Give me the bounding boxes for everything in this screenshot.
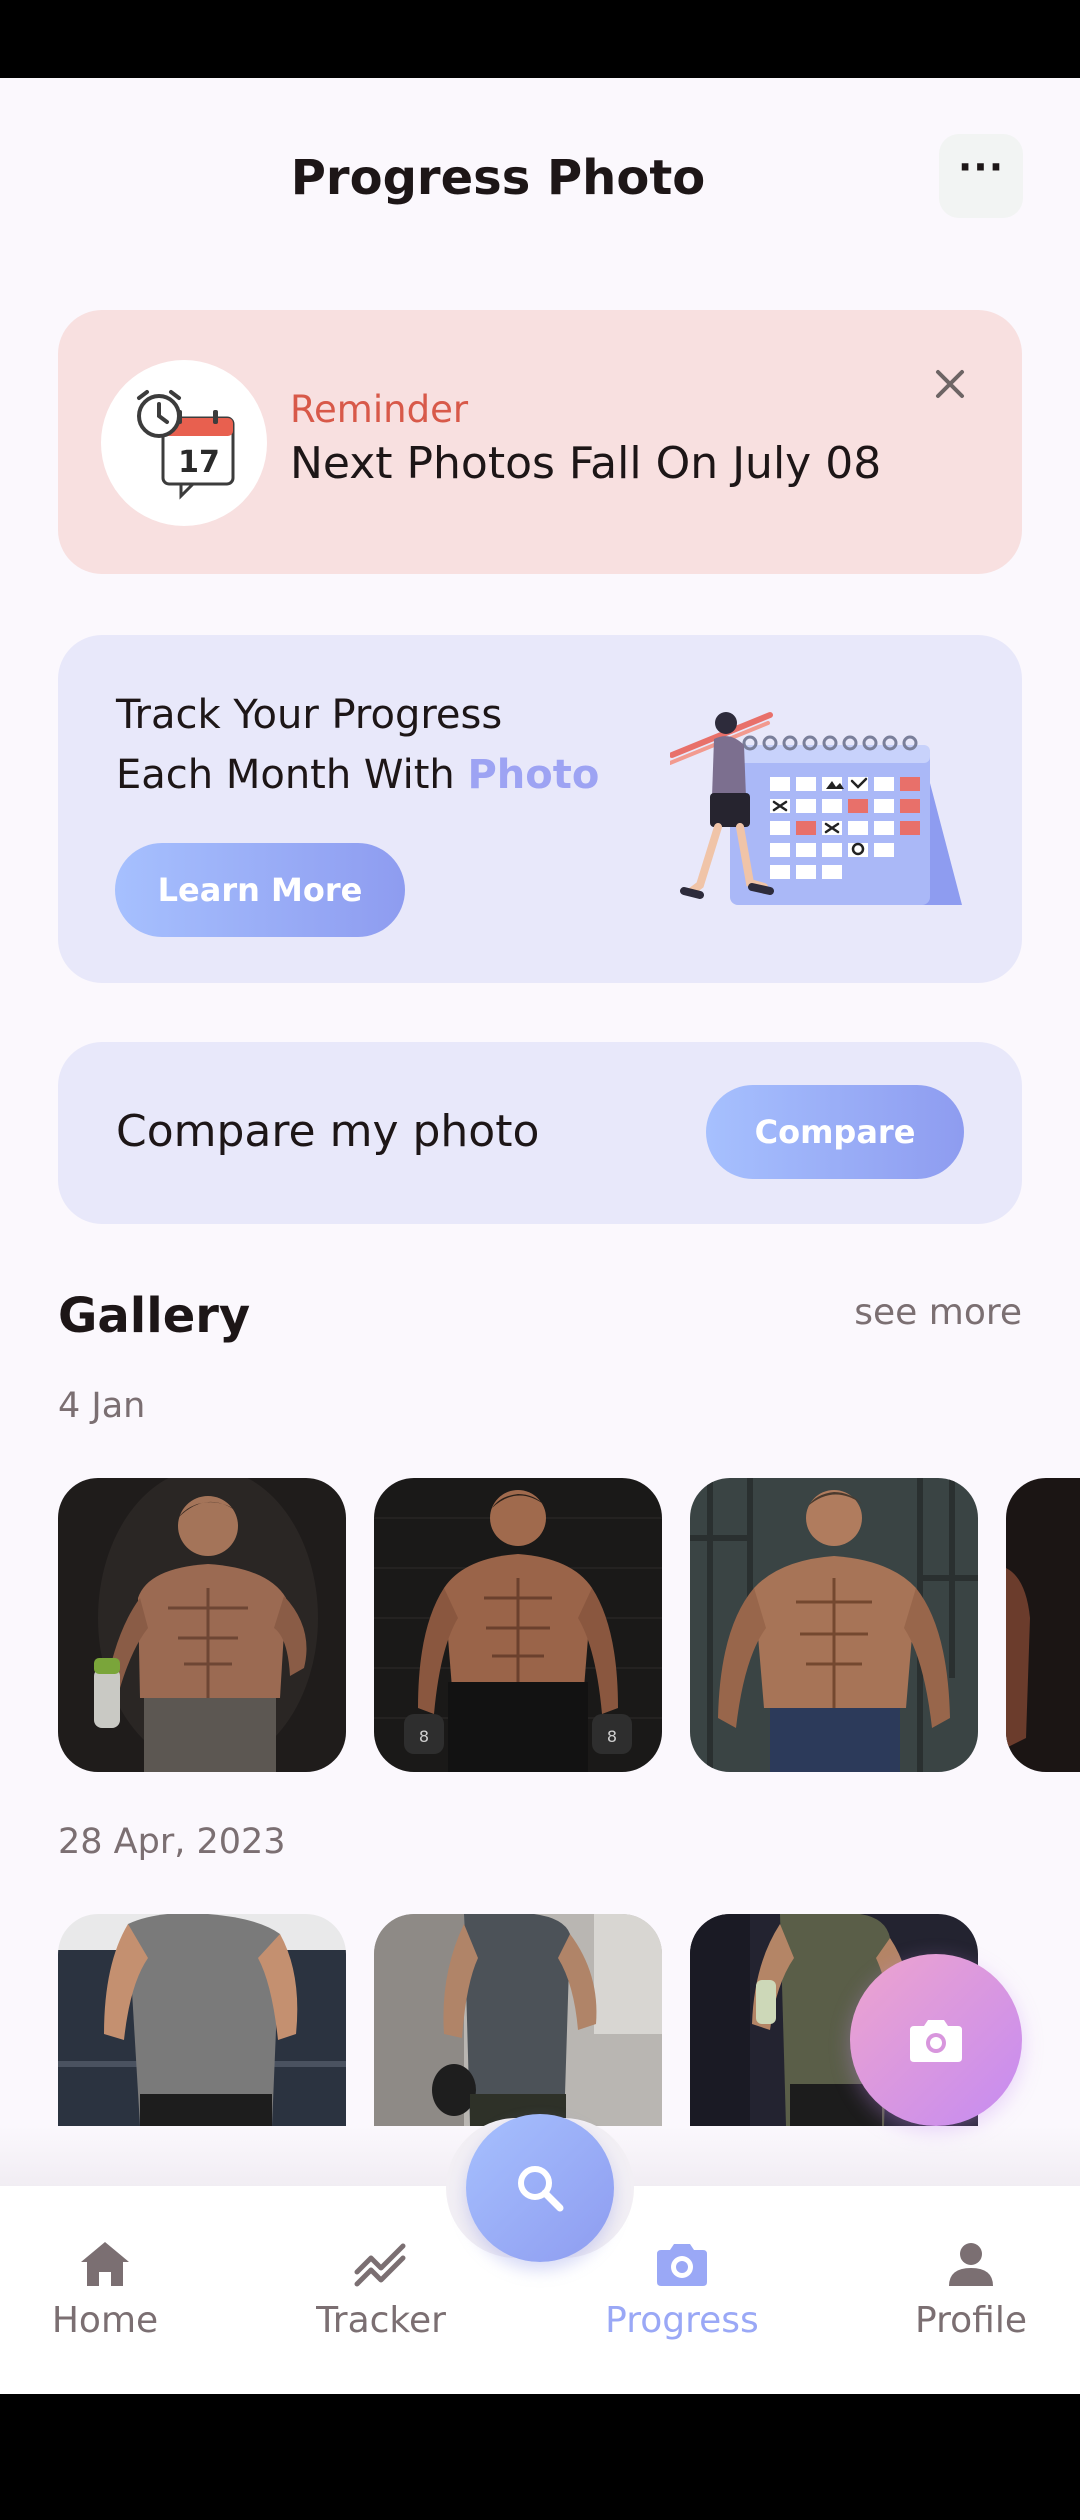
close-icon [936,370,964,398]
progress-photo-screen: Progress Photo ··· 17 Reminder Next Phot… [0,78,1080,2394]
track-line-2-prefix: Each Month With [116,752,468,798]
gallery-photo[interactable] [58,1914,346,2126]
learn-more-button[interactable]: Learn More [115,843,405,937]
nav-progress-label: Progress [605,2300,759,2341]
status-bar [0,0,1080,78]
see-more-link[interactable]: see more [854,1292,1022,1333]
compare-card: Compare my photo Compare [58,1042,1022,1224]
gallery-photo[interactable] [58,1478,346,1772]
camera-icon [910,2020,962,2062]
gallery-photo[interactable] [1006,1478,1080,1772]
search-icon [518,2166,564,2212]
track-line-1: Track Your Progress [116,692,503,738]
reminder-label: Reminder [290,388,469,431]
calendar-day-text: 17 [178,445,220,480]
nav-home[interactable]: Home [5,2186,205,2394]
reminder-text: Next Photos Fall On July 08 [290,438,882,489]
home-icon [81,2242,129,2286]
gallery-title: Gallery [58,1288,251,1344]
close-reminder-button[interactable] [926,360,974,408]
track-progress-heading: Track Your Progress Each Month With Phot… [116,685,599,805]
track-progress-card: Track Your Progress Each Month With Phot… [58,635,1022,983]
take-photo-fab[interactable] [850,1954,1022,2126]
gallery-photo[interactable]: 8 8 [374,1478,662,1772]
activity-icon [354,2243,406,2287]
nav-profile[interactable]: Profile [871,2186,1071,2394]
nav-home-label: Home [51,2300,159,2341]
user-icon [949,2243,993,2286]
system-navigation-bar [0,2394,1080,2520]
camera-icon [657,2244,707,2286]
nav-profile-label: Profile [915,2300,1027,2341]
svg-text:8: 8 [419,1727,429,1746]
compare-button[interactable]: Compare [706,1085,964,1179]
svg-text:8: 8 [607,1727,617,1746]
gallery-date-2: 28 Apr, 2023 [58,1822,286,1862]
more-icon: ··· [957,145,1005,189]
gallery-photo[interactable] [374,1914,662,2126]
nav-tracker-label: Tracker [316,2300,446,2341]
reminder-calendar-badge: 17 [101,360,267,526]
calendar-illustration [670,712,962,905]
reminder-card: 17 Reminder Next Photos Fall On July 08 [58,310,1022,574]
page-title: Progress Photo [290,150,706,206]
nav-tracker[interactable]: Tracker [281,2186,481,2394]
track-line-2: Each Month With Photo [116,745,599,805]
compare-text: Compare my photo [116,1106,540,1157]
gallery-date-1: 4 Jan [58,1386,146,1426]
calendar-alarm-icon: 17 [137,390,235,500]
gallery-photo[interactable] [690,1478,978,1772]
track-line-2-accent: Photo [467,752,600,798]
more-options-button[interactable]: ··· [939,134,1023,218]
search-button[interactable] [466,2114,614,2262]
